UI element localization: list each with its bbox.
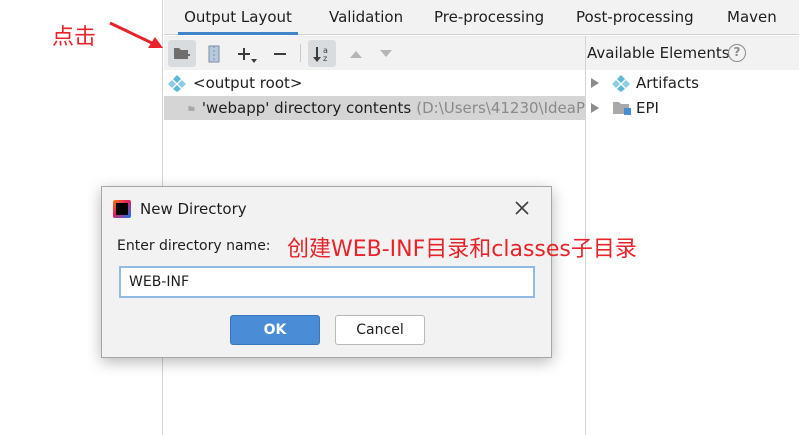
sort-button[interactable]: a z — [308, 40, 336, 67]
epi-label: EPI — [636, 99, 659, 117]
click-annotation: 点击 — [52, 25, 97, 50]
tab-post-processing[interactable]: Post-processing — [576, 0, 694, 35]
close-icon[interactable] — [512, 198, 532, 218]
available-item-artifacts[interactable]: Artifacts — [590, 71, 699, 95]
add-icon — [238, 47, 257, 63]
expand-arrow-icon[interactable] — [590, 102, 600, 114]
directory-name-label: Enter directory name: — [117, 238, 271, 254]
new-directory-dialog: New Directory Enter directory name: 创建WE… — [101, 186, 637, 358]
move-down-icon — [380, 49, 392, 57]
tab-maven[interactable]: Maven — [727, 0, 777, 35]
remove-button[interactable] — [268, 40, 292, 67]
remove-icon — [274, 52, 286, 55]
sort-icon: a z — [313, 46, 328, 63]
tree-item-webapp-contents[interactable]: 'webapp' directory contents (D:\Users\41… — [164, 96, 585, 120]
intellij-logo-icon — [113, 200, 131, 218]
webapp-contents-label: 'webapp' directory contents — [201, 99, 412, 117]
red-arrow-icon — [109, 21, 163, 48]
artifacts-label: Artifacts — [636, 74, 699, 92]
create-archive-button[interactable] — [202, 40, 226, 67]
artifact-root-icon — [168, 75, 186, 92]
toolbar-separator — [300, 44, 301, 62]
tab-bar: Output Layout Validation Pre-processing … — [164, 0, 799, 35]
move-up-icon — [350, 50, 362, 58]
artifacts-icon — [612, 75, 630, 92]
cancel-button[interactable]: Cancel — [335, 315, 425, 345]
svg-text:z: z — [323, 54, 327, 63]
directory-name-input[interactable] — [119, 266, 535, 298]
available-elements-header: Available Elements ? — [586, 36, 799, 70]
folder-icon — [188, 105, 195, 111]
tab-pre-processing[interactable]: Pre-processing — [434, 0, 544, 35]
tab-validation[interactable]: Validation — [329, 0, 403, 35]
available-item-epi[interactable]: EPI — [590, 96, 659, 120]
module-folder-icon — [613, 102, 631, 115]
move-down-button[interactable] — [374, 40, 398, 67]
help-icon[interactable]: ? — [728, 44, 746, 62]
move-up-button[interactable] — [344, 40, 368, 67]
tree-item-output-root[interactable]: <output root> — [168, 71, 585, 95]
layout-toolbar: a z — [164, 36, 585, 70]
dialog-title: New Directory — [140, 200, 247, 218]
ok-button[interactable]: OK — [230, 315, 320, 345]
new-folder-icon — [174, 47, 190, 59]
webapp-contents-path: (D:\Users\41230\IdeaP — [416, 99, 585, 117]
tab-output-layout[interactable]: Output Layout — [178, 0, 298, 35]
expand-arrow-icon[interactable] — [590, 77, 600, 89]
create-annotation: 创建WEB-INF目录和classes子目录 — [287, 237, 637, 262]
new-directory-button[interactable] — [168, 40, 196, 67]
add-button[interactable] — [234, 40, 260, 67]
output-root-label: <output root> — [193, 74, 303, 92]
archive-icon — [208, 45, 220, 62]
available-elements-title: Available Elements — [587, 44, 730, 62]
